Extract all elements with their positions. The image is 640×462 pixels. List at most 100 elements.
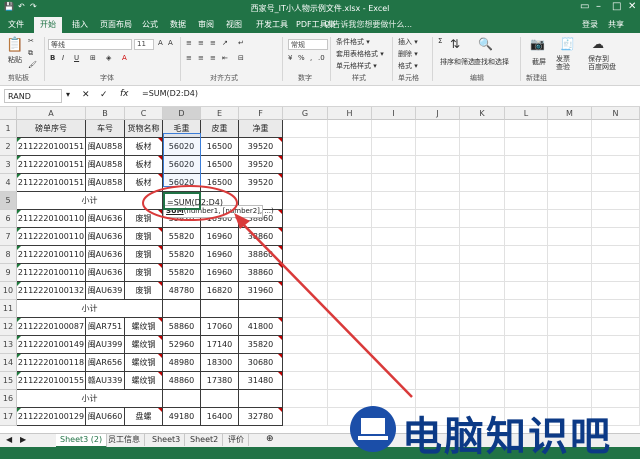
maximize-icon[interactable]: □ <box>612 1 621 12</box>
watermark: 电脑知识吧 <box>350 404 640 460</box>
bold-icon[interactable]: B <box>50 54 55 62</box>
enter-icon[interactable]: ✓ <box>100 90 108 100</box>
invoice-check-button[interactable]: 发票 查验 <box>556 55 570 71</box>
tab-data[interactable]: 数据 <box>170 19 186 30</box>
tell-me-search[interactable]: ♀ 告诉我您想要做什么... <box>324 19 412 30</box>
cancel-icon[interactable]: ✕ <box>82 90 90 100</box>
sort-filter-icon[interactable]: ⇅ <box>450 37 460 51</box>
add-sheet-icon[interactable]: ⊕ <box>266 434 274 444</box>
paste-icon[interactable]: 📋 <box>6 37 23 53</box>
align-bottom-icon[interactable]: ≡ <box>210 39 216 47</box>
grow-font-icon[interactable]: A <box>158 39 163 47</box>
tab-page-layout[interactable]: 页面布局 <box>100 19 132 30</box>
paste-button[interactable]: 粘贴 <box>8 55 22 65</box>
sheet-tab-evaluation[interactable]: 评价 <box>224 434 249 446</box>
close-icon[interactable]: ✕ <box>628 1 636 12</box>
fill-color-icon[interactable]: ◈ <box>106 54 111 62</box>
number-group-label: 数字 <box>298 74 312 82</box>
cut-icon[interactable]: ✂ <box>28 37 34 45</box>
divider <box>392 37 393 81</box>
tab-file[interactable]: 文件 <box>8 19 24 30</box>
tab-insert[interactable]: 插入 <box>72 19 88 30</box>
sheet-tab-sheet3-2[interactable]: Sheet3 (2) <box>56 434 108 448</box>
tab-home[interactable]: 开始 <box>34 17 62 34</box>
screenshot-icon[interactable]: 📷 <box>530 37 545 51</box>
divider <box>180 37 181 81</box>
delete-cells-button[interactable]: 删除 ▾ <box>398 49 418 59</box>
font-size-select[interactable]: 11 <box>134 39 154 50</box>
alignment-group-label: 对齐方式 <box>210 74 238 82</box>
sheet-tab-sheet2[interactable]: Sheet2 <box>186 434 224 446</box>
tab-view[interactable]: 视图 <box>226 19 242 30</box>
worksheet-grid[interactable]: ABCDEFGHIJKLMN 1 2 3 4 5 6 7 8 9 10 11 12 13 14 15 16 17… <box>0 107 640 433</box>
align-right-icon[interactable]: ≡ <box>210 54 216 62</box>
table-format-button[interactable]: 套用表格格式 ▾ <box>336 49 384 59</box>
cell-styles-button[interactable]: 单元格样式 ▾ <box>336 61 377 71</box>
sheet-tab-sheet3[interactable]: Sheet3 <box>148 434 186 446</box>
formula-input[interactable]: =SUM(D2:D4) <box>142 89 198 98</box>
sort-filter-button[interactable]: 排序和筛选 <box>440 57 475 67</box>
currency-icon[interactable]: ¥ <box>288 54 292 62</box>
styles-group-label: 样式 <box>352 74 366 82</box>
comma-icon[interactable]: , <box>310 54 312 62</box>
borders-icon[interactable]: ⊞ <box>90 54 96 62</box>
find-select-icon[interactable]: 🔍 <box>478 37 493 51</box>
ribbon: 📋 粘贴 ✂ ⧉ 🖌 剪贴板 等线 11 A A B I U ⊞ ◈ A 字体 … <box>0 33 640 86</box>
align-middle-icon[interactable]: ≡ <box>198 39 204 47</box>
divider <box>330 37 331 81</box>
pointer-arrow <box>235 216 413 398</box>
watermark-text: 电脑知识吧 <box>402 414 612 460</box>
copy-icon[interactable]: ⧉ <box>28 49 33 58</box>
name-box[interactable]: RAND <box>4 89 62 103</box>
name-box-dropdown-icon[interactable]: ▾ <box>66 90 70 99</box>
align-left-icon[interactable]: ≡ <box>186 54 192 62</box>
shrink-font-icon[interactable]: A <box>168 39 173 47</box>
conditional-format-button[interactable]: 条件格式 ▾ <box>336 37 370 47</box>
align-top-icon[interactable]: ≡ <box>186 39 192 47</box>
font-group-label: 字体 <box>100 74 114 82</box>
autosum-icon[interactable]: Σ <box>438 37 442 45</box>
orientation-icon[interactable]: ↗ <box>222 39 228 47</box>
number-format-select[interactable]: 常规 <box>288 39 328 50</box>
window-title: 西家号_IT小人物示例文件.xlsx - Excel <box>250 4 390 13</box>
divider <box>282 37 283 81</box>
format-painter-icon[interactable]: 🖌 <box>28 61 37 69</box>
insert-cells-button[interactable]: 插入 ▾ <box>398 37 418 47</box>
login-link[interactable]: 登录 <box>582 19 598 30</box>
align-center-icon[interactable]: ≡ <box>198 54 204 62</box>
find-select-button[interactable]: 查找和选择 <box>474 57 509 67</box>
decimal-icon[interactable]: .0 <box>318 54 325 62</box>
italic-icon[interactable]: I <box>62 54 64 62</box>
next-sheet-icon[interactable]: ▶ <box>20 435 26 444</box>
tab-review[interactable]: 审阅 <box>198 19 214 30</box>
underline-icon[interactable]: U <box>74 54 79 62</box>
format-cells-button[interactable]: 格式 ▾ <box>398 61 418 71</box>
new-group-label: 新建组 <box>526 74 547 82</box>
percent-icon[interactable]: % <box>298 54 305 62</box>
font-color-icon[interactable]: A <box>122 54 127 62</box>
indent-icon[interactable]: ⇤ <box>222 54 228 62</box>
minimize-icon[interactable]: – <box>596 1 601 12</box>
save-to-baidu-button[interactable]: 保存到 百度网盘 <box>588 55 616 71</box>
divider <box>432 37 433 81</box>
insert-function-icon[interactable]: fx <box>120 89 129 99</box>
annotation-overlay <box>142 185 413 398</box>
font-name-select[interactable]: 等线 <box>48 39 132 50</box>
title-bar: 💾 ↶ ↷ 西家号_IT小人物示例文件.xlsx - Excel ▭ – □ ✕ <box>0 0 640 16</box>
formula-bar: RAND ▾ ✕ ✓ fx =SUM(D2:D4) <box>0 86 640 107</box>
tab-formulas[interactable]: 公式 <box>142 19 158 30</box>
screenshot-button[interactable]: 截屏 <box>532 57 546 67</box>
sheet-tab-employee-info[interactable]: 员工信息 <box>104 434 145 446</box>
baidu-netdisk-icon[interactable]: ☁ <box>592 37 604 51</box>
tab-developer[interactable]: 开发工具 <box>256 19 288 30</box>
merge-center-icon[interactable]: ⊟ <box>238 54 244 62</box>
clipboard-group-label: 剪贴板 <box>8 74 29 82</box>
share-button[interactable]: 共享 <box>608 19 624 30</box>
table-cell[interactable]: =SUM(D2:D4) <box>163 192 223 210</box>
pointer-arrowhead <box>234 213 250 229</box>
ribbon-options-icon[interactable]: ▭ <box>580 1 589 12</box>
wrap-text-icon[interactable]: ↵ <box>238 39 244 47</box>
divider <box>44 37 45 81</box>
invoice-check-icon[interactable]: 🧾 <box>560 37 575 51</box>
prev-sheet-icon[interactable]: ◀ <box>6 435 12 444</box>
